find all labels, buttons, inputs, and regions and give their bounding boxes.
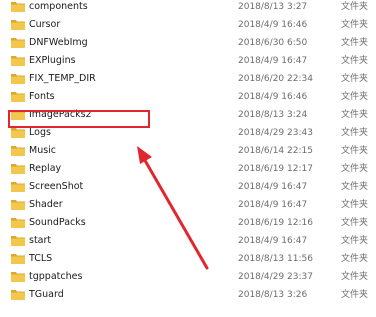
folder-date-modified: 2018/4/9 16:47 bbox=[238, 182, 308, 192]
folder-date-modified: 2018/4/9 16:47 bbox=[238, 56, 308, 66]
folder-date-modified: 2018/6/20 22:34 bbox=[238, 74, 313, 84]
folder-type: 文件夹 bbox=[341, 20, 369, 30]
folder-date-modified: 2018/8/13 11:56 bbox=[238, 254, 313, 264]
folder-icon bbox=[11, 74, 25, 84]
folder-name[interactable]: Fonts bbox=[29, 90, 55, 104]
folder-type: 文件夹 bbox=[341, 74, 369, 84]
folder-name[interactable]: components bbox=[29, 0, 88, 14]
folder-icon bbox=[11, 218, 25, 228]
folder-date-modified: 2018/6/14 22:15 bbox=[238, 146, 313, 156]
folder-name[interactable]: tgppatches bbox=[29, 270, 82, 284]
folder-type: 文件夹 bbox=[341, 110, 369, 120]
folder-row[interactable]: ScreenShot 2018/4/9 16:47 文件夹 bbox=[0, 178, 376, 196]
folder-row[interactable]: SoundPacks 2018/6/19 12:16 文件夹 bbox=[0, 214, 376, 232]
folder-type: 文件夹 bbox=[341, 92, 369, 102]
folder-date-modified: 2018/4/29 23:37 bbox=[238, 272, 313, 282]
folder-name[interactable]: DNFWebImg bbox=[29, 36, 88, 50]
folder-row[interactable]: DNFWebImg 2018/6/30 6:50 文件夹 bbox=[0, 34, 376, 52]
folder-type: 文件夹 bbox=[341, 218, 369, 228]
folder-type: 文件夹 bbox=[341, 128, 369, 138]
folder-row[interactable]: EXPlugins 2018/4/9 16:47 文件夹 bbox=[0, 52, 376, 70]
folder-icon bbox=[11, 236, 25, 246]
folder-name[interactable]: TGuard bbox=[29, 288, 64, 302]
folder-icon bbox=[11, 146, 25, 156]
folder-type: 文件夹 bbox=[341, 200, 369, 210]
folder-row[interactable]: Cursor 2018/4/9 16:46 文件夹 bbox=[0, 16, 376, 34]
folder-date-modified: 2018/4/9 16:46 bbox=[238, 92, 308, 102]
folder-name[interactable]: Cursor bbox=[29, 18, 60, 32]
folder-date-modified: 2018/4/9 16:47 bbox=[238, 200, 308, 210]
folder-name[interactable]: ScreenShot bbox=[29, 180, 83, 194]
folder-row[interactable]: FIX_TEMP_DIR 2018/6/20 22:34 文件夹 bbox=[0, 70, 376, 88]
folder-name[interactable]: Music bbox=[29, 144, 56, 158]
folder-date-modified: 2018/8/13 3:27 bbox=[238, 2, 308, 12]
folder-icon bbox=[11, 2, 25, 12]
folder-type: 文件夹 bbox=[341, 2, 369, 12]
file-list: components 2018/8/13 3:27 文件夹 Cursor 2018/4/… bbox=[0, 0, 376, 317]
folder-icon bbox=[11, 290, 25, 300]
folder-row[interactable]: Shader 2018/4/9 16:47 文件夹 bbox=[0, 196, 376, 214]
folder-name[interactable]: EXPlugins bbox=[29, 54, 76, 68]
folder-row[interactable]: TGuard 2018/8/13 3:26 文件夹 bbox=[0, 286, 376, 304]
folder-name[interactable]: Replay bbox=[29, 162, 61, 176]
folder-date-modified: 2018/4/9 16:46 bbox=[238, 20, 308, 30]
folder-row[interactable]: Music 2018/6/14 22:15 文件夹 bbox=[0, 142, 376, 160]
folder-date-modified: 2018/4/29 23:43 bbox=[238, 128, 313, 138]
folder-icon bbox=[11, 56, 25, 66]
highlight-box bbox=[8, 110, 150, 128]
folder-date-modified: 2018/6/19 12:17 bbox=[238, 164, 313, 174]
folder-date-modified: 2018/4/9 16:47 bbox=[238, 236, 308, 246]
folder-name[interactable]: Logs bbox=[29, 126, 51, 140]
folder-type: 文件夹 bbox=[341, 56, 369, 66]
folder-type: 文件夹 bbox=[341, 38, 369, 48]
folder-date-modified: 2018/8/13 3:24 bbox=[238, 110, 308, 120]
folder-icon bbox=[11, 38, 25, 48]
folder-row[interactable]: Replay 2018/6/19 12:17 文件夹 bbox=[0, 160, 376, 178]
folder-icon bbox=[11, 92, 25, 102]
folder-date-modified: 2018/6/30 6:50 bbox=[238, 38, 308, 48]
folder-type: 文件夹 bbox=[341, 290, 369, 300]
folder-name[interactable]: TCLS bbox=[29, 252, 52, 266]
folder-date-modified: 2018/8/13 3:26 bbox=[238, 290, 308, 300]
folder-icon bbox=[11, 254, 25, 264]
folder-type: 文件夹 bbox=[341, 146, 369, 156]
folder-row[interactable]: TCLS 2018/8/13 11:56 文件夹 bbox=[0, 250, 376, 268]
folder-row[interactable]: start 2018/4/9 16:47 文件夹 bbox=[0, 232, 376, 250]
folder-type: 文件夹 bbox=[341, 164, 369, 174]
folder-name[interactable]: FIX_TEMP_DIR bbox=[29, 72, 96, 86]
folder-icon bbox=[11, 200, 25, 210]
folder-icon bbox=[11, 164, 25, 174]
folder-icon bbox=[11, 272, 25, 282]
folder-icon bbox=[11, 182, 25, 192]
folder-date-modified: 2018/6/19 12:16 bbox=[238, 218, 313, 228]
folder-row[interactable]: components 2018/8/13 3:27 文件夹 bbox=[0, 0, 376, 16]
folder-type: 文件夹 bbox=[341, 182, 369, 192]
folder-row[interactable]: Fonts 2018/4/9 16:46 文件夹 bbox=[0, 88, 376, 106]
folder-type: 文件夹 bbox=[341, 272, 369, 282]
folder-name[interactable]: SoundPacks bbox=[29, 216, 86, 230]
folder-row[interactable]: tgppatches 2018/4/29 23:37 文件夹 bbox=[0, 268, 376, 286]
folder-type: 文件夹 bbox=[341, 236, 369, 246]
folder-icon bbox=[11, 20, 25, 30]
folder-name[interactable]: Shader bbox=[29, 198, 63, 212]
folder-icon bbox=[11, 128, 25, 138]
folder-name[interactable]: start bbox=[29, 234, 51, 248]
folder-type: 文件夹 bbox=[341, 254, 369, 264]
